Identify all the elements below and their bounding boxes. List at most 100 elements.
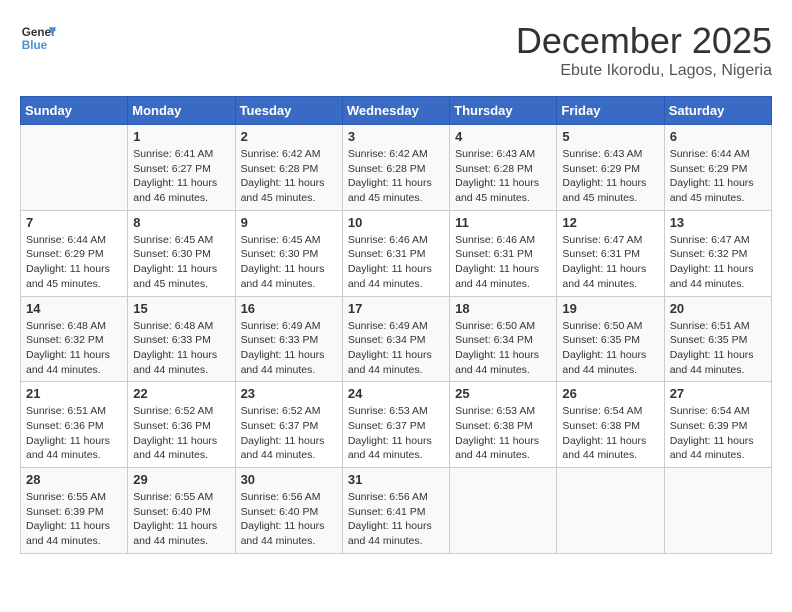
day-number: 31 xyxy=(348,472,444,487)
day-cell xyxy=(557,468,664,554)
day-info: Sunrise: 6:42 AMSunset: 6:28 PMDaylight:… xyxy=(348,147,444,206)
day-cell: 19 Sunrise: 6:50 AMSunset: 6:35 PMDayligh… xyxy=(557,296,664,382)
day-cell: 25 Sunrise: 6:53 AMSunset: 6:38 PMDayligh… xyxy=(450,382,557,468)
logo: General Blue xyxy=(20,20,56,56)
week-row-2: 14 Sunrise: 6:48 AMSunset: 6:32 PMDayligh… xyxy=(21,296,772,382)
calendar-subtitle: Ebute Ikorodu, Lagos, Nigeria xyxy=(516,62,772,80)
calendar-body: 1 Sunrise: 6:41 AMSunset: 6:27 PMDaylight… xyxy=(21,125,772,554)
day-cell xyxy=(21,125,128,211)
day-info: Sunrise: 6:51 AMSunset: 6:35 PMDaylight:… xyxy=(670,319,766,378)
day-info: Sunrise: 6:49 AMSunset: 6:33 PMDaylight:… xyxy=(241,319,337,378)
day-info: Sunrise: 6:47 AMSunset: 6:31 PMDaylight:… xyxy=(562,233,658,292)
header-row: Sunday Monday Tuesday Wednesday Thursday… xyxy=(21,97,772,125)
day-info: Sunrise: 6:43 AMSunset: 6:28 PMDaylight:… xyxy=(455,147,551,206)
day-info: Sunrise: 6:51 AMSunset: 6:36 PMDaylight:… xyxy=(26,404,122,463)
day-number: 30 xyxy=(241,472,337,487)
day-info: Sunrise: 6:55 AMSunset: 6:39 PMDaylight:… xyxy=(26,490,122,549)
day-info: Sunrise: 6:48 AMSunset: 6:33 PMDaylight:… xyxy=(133,319,229,378)
day-cell: 13 Sunrise: 6:47 AMSunset: 6:32 PMDayligh… xyxy=(664,210,771,296)
day-cell xyxy=(664,468,771,554)
week-row-3: 21 Sunrise: 6:51 AMSunset: 6:36 PMDayligh… xyxy=(21,382,772,468)
day-cell: 18Sunrise: 6:50 AMSunset: 6:34 PMDayligh… xyxy=(450,296,557,382)
day-number: 9 xyxy=(241,215,337,230)
day-info: Sunrise: 6:44 AMSunset: 6:29 PMDaylight:… xyxy=(26,233,122,292)
day-cell: 3 Sunrise: 6:42 AMSunset: 6:28 PMDaylight… xyxy=(342,125,449,211)
day-number: 13 xyxy=(670,215,766,230)
day-cell: 26 Sunrise: 6:54 AMSunset: 6:38 PMDayligh… xyxy=(557,382,664,468)
day-cell: 2Sunrise: 6:42 AMSunset: 6:28 PMDaylight… xyxy=(235,125,342,211)
day-cell: 29 Sunrise: 6:55 AMSunset: 6:40 PMDayligh… xyxy=(128,468,235,554)
day-info: Sunrise: 6:46 AMSunset: 6:31 PMDaylight:… xyxy=(348,233,444,292)
page-header: General Blue December 2025 Ebute Ikorodu… xyxy=(20,20,772,80)
day-number: 22 xyxy=(133,386,229,401)
day-cell: 31 Sunrise: 6:56 AMSunset: 6:41 PMDayligh… xyxy=(342,468,449,554)
day-cell: 30 Sunrise: 6:56 AMSunset: 6:40 PMDayligh… xyxy=(235,468,342,554)
day-number: 21 xyxy=(26,386,122,401)
day-info: Sunrise: 6:41 AMSunset: 6:27 PMDaylight:… xyxy=(133,147,229,206)
day-cell: 14 Sunrise: 6:48 AMSunset: 6:32 PMDayligh… xyxy=(21,296,128,382)
day-cell: 10Sunrise: 6:46 AMSunset: 6:31 PMDayligh… xyxy=(342,210,449,296)
day-cell: 11 Sunrise: 6:46 AMSunset: 6:31 PMDayligh… xyxy=(450,210,557,296)
day-info: Sunrise: 6:43 AMSunset: 6:29 PMDaylight:… xyxy=(562,147,658,206)
day-info: Sunrise: 6:46 AMSunset: 6:31 PMDaylight:… xyxy=(455,233,551,292)
col-saturday: Saturday xyxy=(664,97,771,125)
day-cell: 22Sunrise: 6:52 AMSunset: 6:36 PMDayligh… xyxy=(128,382,235,468)
day-cell: 24 Sunrise: 6:53 AMSunset: 6:37 PMDayligh… xyxy=(342,382,449,468)
day-number: 23 xyxy=(241,386,337,401)
day-number: 3 xyxy=(348,129,444,144)
day-info: Sunrise: 6:56 AMSunset: 6:40 PMDaylight:… xyxy=(241,490,337,549)
day-cell: 4Sunrise: 6:43 AMSunset: 6:28 PMDaylight… xyxy=(450,125,557,211)
day-info: Sunrise: 6:49 AMSunset: 6:34 PMDaylight:… xyxy=(348,319,444,378)
day-cell: 9 Sunrise: 6:45 AMSunset: 6:30 PMDaylight… xyxy=(235,210,342,296)
calendar-title: December 2025 xyxy=(516,20,772,62)
day-info: Sunrise: 6:52 AMSunset: 6:37 PMDaylight:… xyxy=(241,404,337,463)
day-info: Sunrise: 6:56 AMSunset: 6:41 PMDaylight:… xyxy=(348,490,444,549)
day-number: 5 xyxy=(562,129,658,144)
day-cell: 20 Sunrise: 6:51 AMSunset: 6:35 PMDayligh… xyxy=(664,296,771,382)
day-number: 7 xyxy=(26,215,122,230)
day-number: 14 xyxy=(26,301,122,316)
day-cell: 6 Sunrise: 6:44 AMSunset: 6:29 PMDaylight… xyxy=(664,125,771,211)
day-info: Sunrise: 6:53 AMSunset: 6:37 PMDaylight:… xyxy=(348,404,444,463)
day-cell: 27Sunrise: 6:54 AMSunset: 6:39 PMDayligh… xyxy=(664,382,771,468)
title-section: December 2025 Ebute Ikorodu, Lagos, Nige… xyxy=(516,20,772,80)
col-monday: Monday xyxy=(128,97,235,125)
day-cell: 8 Sunrise: 6:45 AMSunset: 6:30 PMDaylight… xyxy=(128,210,235,296)
col-thursday: Thursday xyxy=(450,97,557,125)
day-number: 1 xyxy=(133,129,229,144)
day-number: 12 xyxy=(562,215,658,230)
day-info: Sunrise: 6:54 AMSunset: 6:39 PMDaylight:… xyxy=(670,404,766,463)
day-cell: 5 Sunrise: 6:43 AMSunset: 6:29 PMDaylight… xyxy=(557,125,664,211)
day-number: 29 xyxy=(133,472,229,487)
calendar-table: Sunday Monday Tuesday Wednesday Thursday… xyxy=(20,96,772,554)
day-info: Sunrise: 6:44 AMSunset: 6:29 PMDaylight:… xyxy=(670,147,766,206)
day-number: 24 xyxy=(348,386,444,401)
day-number: 6 xyxy=(670,129,766,144)
day-info: Sunrise: 6:45 AMSunset: 6:30 PMDaylight:… xyxy=(133,233,229,292)
day-number: 19 xyxy=(562,301,658,316)
col-friday: Friday xyxy=(557,97,664,125)
day-number: 25 xyxy=(455,386,551,401)
day-info: Sunrise: 6:47 AMSunset: 6:32 PMDaylight:… xyxy=(670,233,766,292)
day-info: Sunrise: 6:55 AMSunset: 6:40 PMDaylight:… xyxy=(133,490,229,549)
day-info: Sunrise: 6:42 AMSunset: 6:28 PMDaylight:… xyxy=(241,147,337,206)
col-sunday: Sunday xyxy=(21,97,128,125)
day-number: 11 xyxy=(455,215,551,230)
day-cell: 16Sunrise: 6:49 AMSunset: 6:33 PMDayligh… xyxy=(235,296,342,382)
day-info: Sunrise: 6:45 AMSunset: 6:30 PMDaylight:… xyxy=(241,233,337,292)
day-number: 8 xyxy=(133,215,229,230)
day-number: 26 xyxy=(562,386,658,401)
day-cell: 28Sunrise: 6:55 AMSunset: 6:39 PMDayligh… xyxy=(21,468,128,554)
logo-icon: General Blue xyxy=(20,20,56,56)
week-row-1: 7 Sunrise: 6:44 AMSunset: 6:29 PMDaylight… xyxy=(21,210,772,296)
day-info: Sunrise: 6:48 AMSunset: 6:32 PMDaylight:… xyxy=(26,319,122,378)
day-info: Sunrise: 6:50 AMSunset: 6:35 PMDaylight:… xyxy=(562,319,658,378)
week-row-0: 1 Sunrise: 6:41 AMSunset: 6:27 PMDaylight… xyxy=(21,125,772,211)
day-info: Sunrise: 6:53 AMSunset: 6:38 PMDaylight:… xyxy=(455,404,551,463)
day-cell: 17Sunrise: 6:49 AMSunset: 6:34 PMDayligh… xyxy=(342,296,449,382)
col-wednesday: Wednesday xyxy=(342,97,449,125)
day-number: 20 xyxy=(670,301,766,316)
day-info: Sunrise: 6:54 AMSunset: 6:38 PMDaylight:… xyxy=(562,404,658,463)
day-info: Sunrise: 6:50 AMSunset: 6:34 PMDaylight:… xyxy=(455,319,551,378)
calendar-header: Sunday Monday Tuesday Wednesday Thursday… xyxy=(21,97,772,125)
